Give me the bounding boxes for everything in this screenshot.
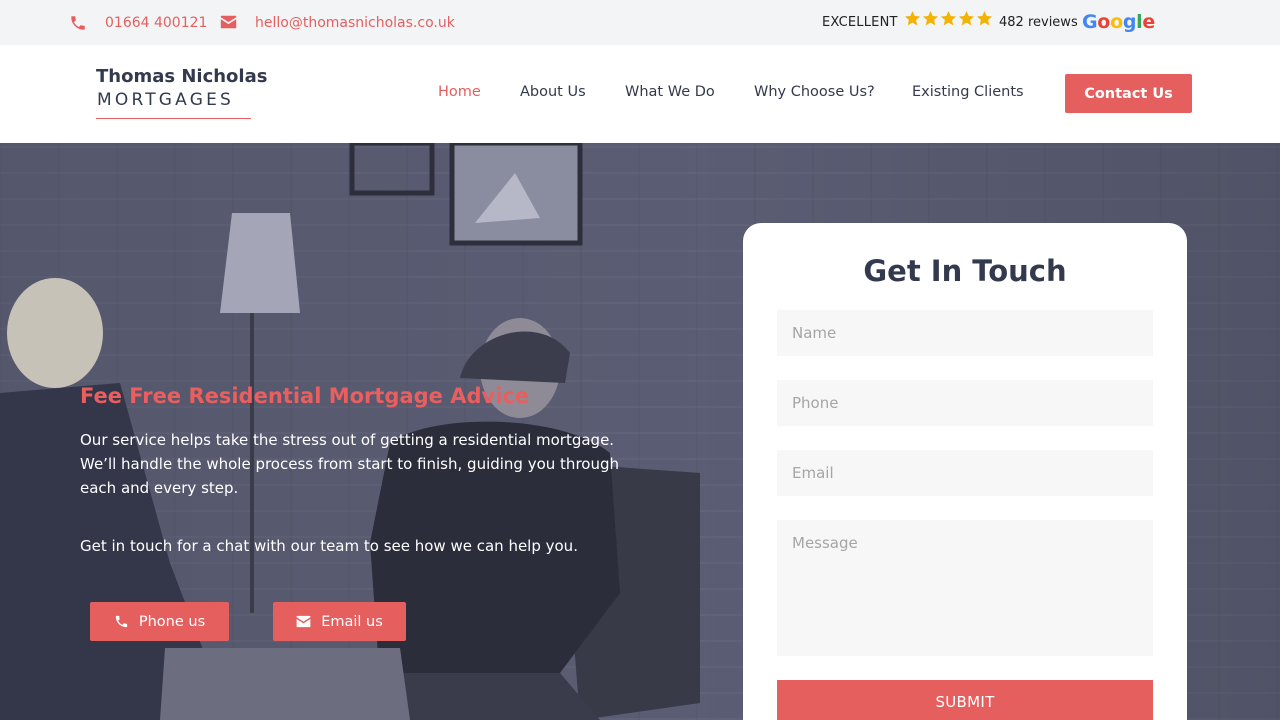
email-field[interactable] (777, 450, 1153, 496)
phone-us-button[interactable]: Phone us (90, 602, 229, 641)
contact-form-card: Get In Touch SUBMIT (743, 223, 1187, 720)
hero-description: Our service helps take the stress out of… (80, 431, 619, 497)
logo-subtitle: MORTGAGES (97, 90, 235, 110)
star-icon (958, 11, 975, 26)
star-icon (940, 11, 957, 26)
topbar-email-link[interactable]: hello@thomasnicholas.co.uk (255, 14, 455, 32)
rating-label: EXCELLENT (822, 15, 898, 30)
google-logo: Google (1082, 11, 1155, 33)
logo-name: Thomas Nicholas (96, 66, 268, 87)
submit-button[interactable]: SUBMIT (777, 680, 1153, 720)
top-bar: 01664 400121 hello@thomasnicholas.co.uk … (0, 0, 1280, 45)
nav-what-we-do[interactable]: What We Do (625, 83, 715, 101)
star-icon (976, 11, 993, 26)
envelope-icon (220, 15, 237, 29)
nav-home[interactable]: Home (438, 83, 481, 101)
phone-field[interactable] (777, 380, 1153, 426)
star-icon (904, 11, 921, 26)
topbar-phone-link[interactable]: 01664 400121 (105, 14, 207, 32)
contact-us-button[interactable]: Contact Us (1065, 74, 1192, 113)
form-title: Get In Touch (863, 254, 1067, 288)
phone-icon (115, 615, 127, 628)
reviews-count: 482 reviews (999, 15, 1078, 30)
email-us-label: Email us (321, 613, 383, 630)
hero-heading: Fee Free Residential Mortgage Advice (80, 384, 530, 408)
site-header: Thomas Nicholas MORTGAGES Home About Us … (0, 45, 1280, 143)
phone-icon (71, 16, 85, 30)
message-field[interactable] (777, 520, 1153, 656)
nav-existing-clients[interactable]: Existing Clients (912, 83, 1024, 101)
hero-cta-text: Get in touch for a chat with our team to… (80, 537, 578, 555)
nav-about-us[interactable]: About Us (520, 83, 586, 101)
nav-why-choose-us[interactable]: Why Choose Us? (754, 83, 875, 101)
envelope-icon (296, 615, 311, 628)
name-field[interactable] (777, 310, 1153, 356)
email-us-button[interactable]: Email us (273, 602, 406, 641)
phone-us-label: Phone us (138, 613, 206, 630)
rating-stars (904, 10, 993, 27)
star-icon (922, 11, 939, 26)
hero-section: Fee Free Residential Mortgage Advice Our… (0, 143, 1280, 720)
site-logo[interactable]: Thomas Nicholas MORTGAGES (96, 65, 267, 119)
